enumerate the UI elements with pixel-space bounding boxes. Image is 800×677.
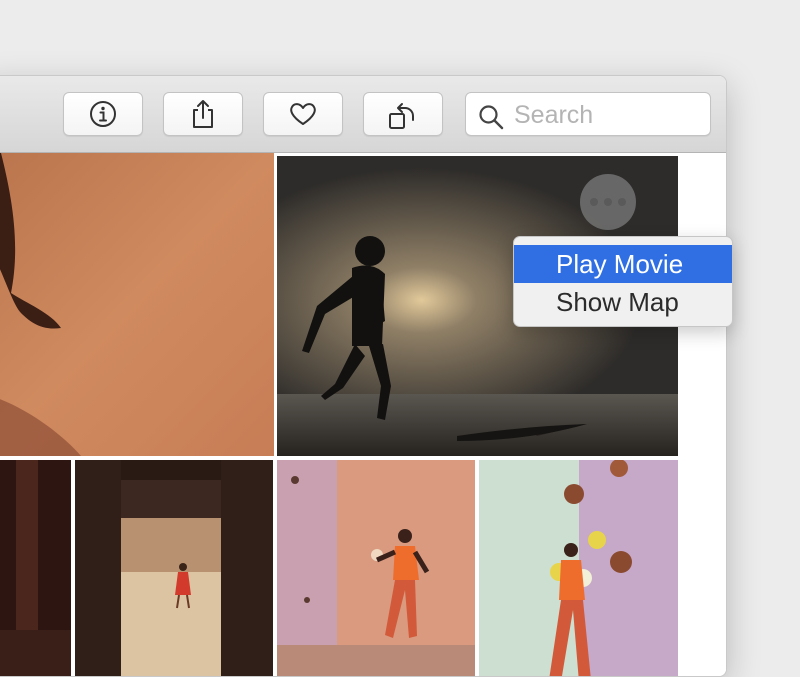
- more-icon: [590, 198, 626, 206]
- heart-icon: [290, 103, 316, 125]
- context-menu: Play Movie Show Map: [513, 236, 733, 327]
- info-icon: [90, 101, 116, 127]
- menu-item-play-movie[interactable]: Play Movie: [514, 245, 732, 283]
- search-input[interactable]: [512, 98, 706, 132]
- menu-item-show-map[interactable]: Show Map: [514, 283, 732, 321]
- more-options-button[interactable]: [580, 174, 636, 230]
- search-icon: [479, 105, 504, 130]
- favorite-button[interactable]: [263, 92, 343, 136]
- toolbar: [0, 76, 726, 153]
- share-button[interactable]: [163, 92, 243, 136]
- rotate-icon: [389, 103, 414, 129]
- search-field[interactable]: [465, 92, 711, 136]
- rotate-button[interactable]: [363, 92, 443, 136]
- share-icon: [193, 100, 213, 128]
- photo-thumbnail[interactable]: [277, 460, 475, 676]
- photos-window: [0, 75, 727, 677]
- photo-thumbnail[interactable]: [0, 153, 274, 456]
- photo-thumbnail[interactable]: [479, 460, 678, 676]
- photo-thumbnail[interactable]: [75, 460, 273, 676]
- info-button[interactable]: [63, 92, 143, 136]
- photo-thumbnail[interactable]: [0, 460, 71, 676]
- photo-grid: [0, 153, 726, 676]
